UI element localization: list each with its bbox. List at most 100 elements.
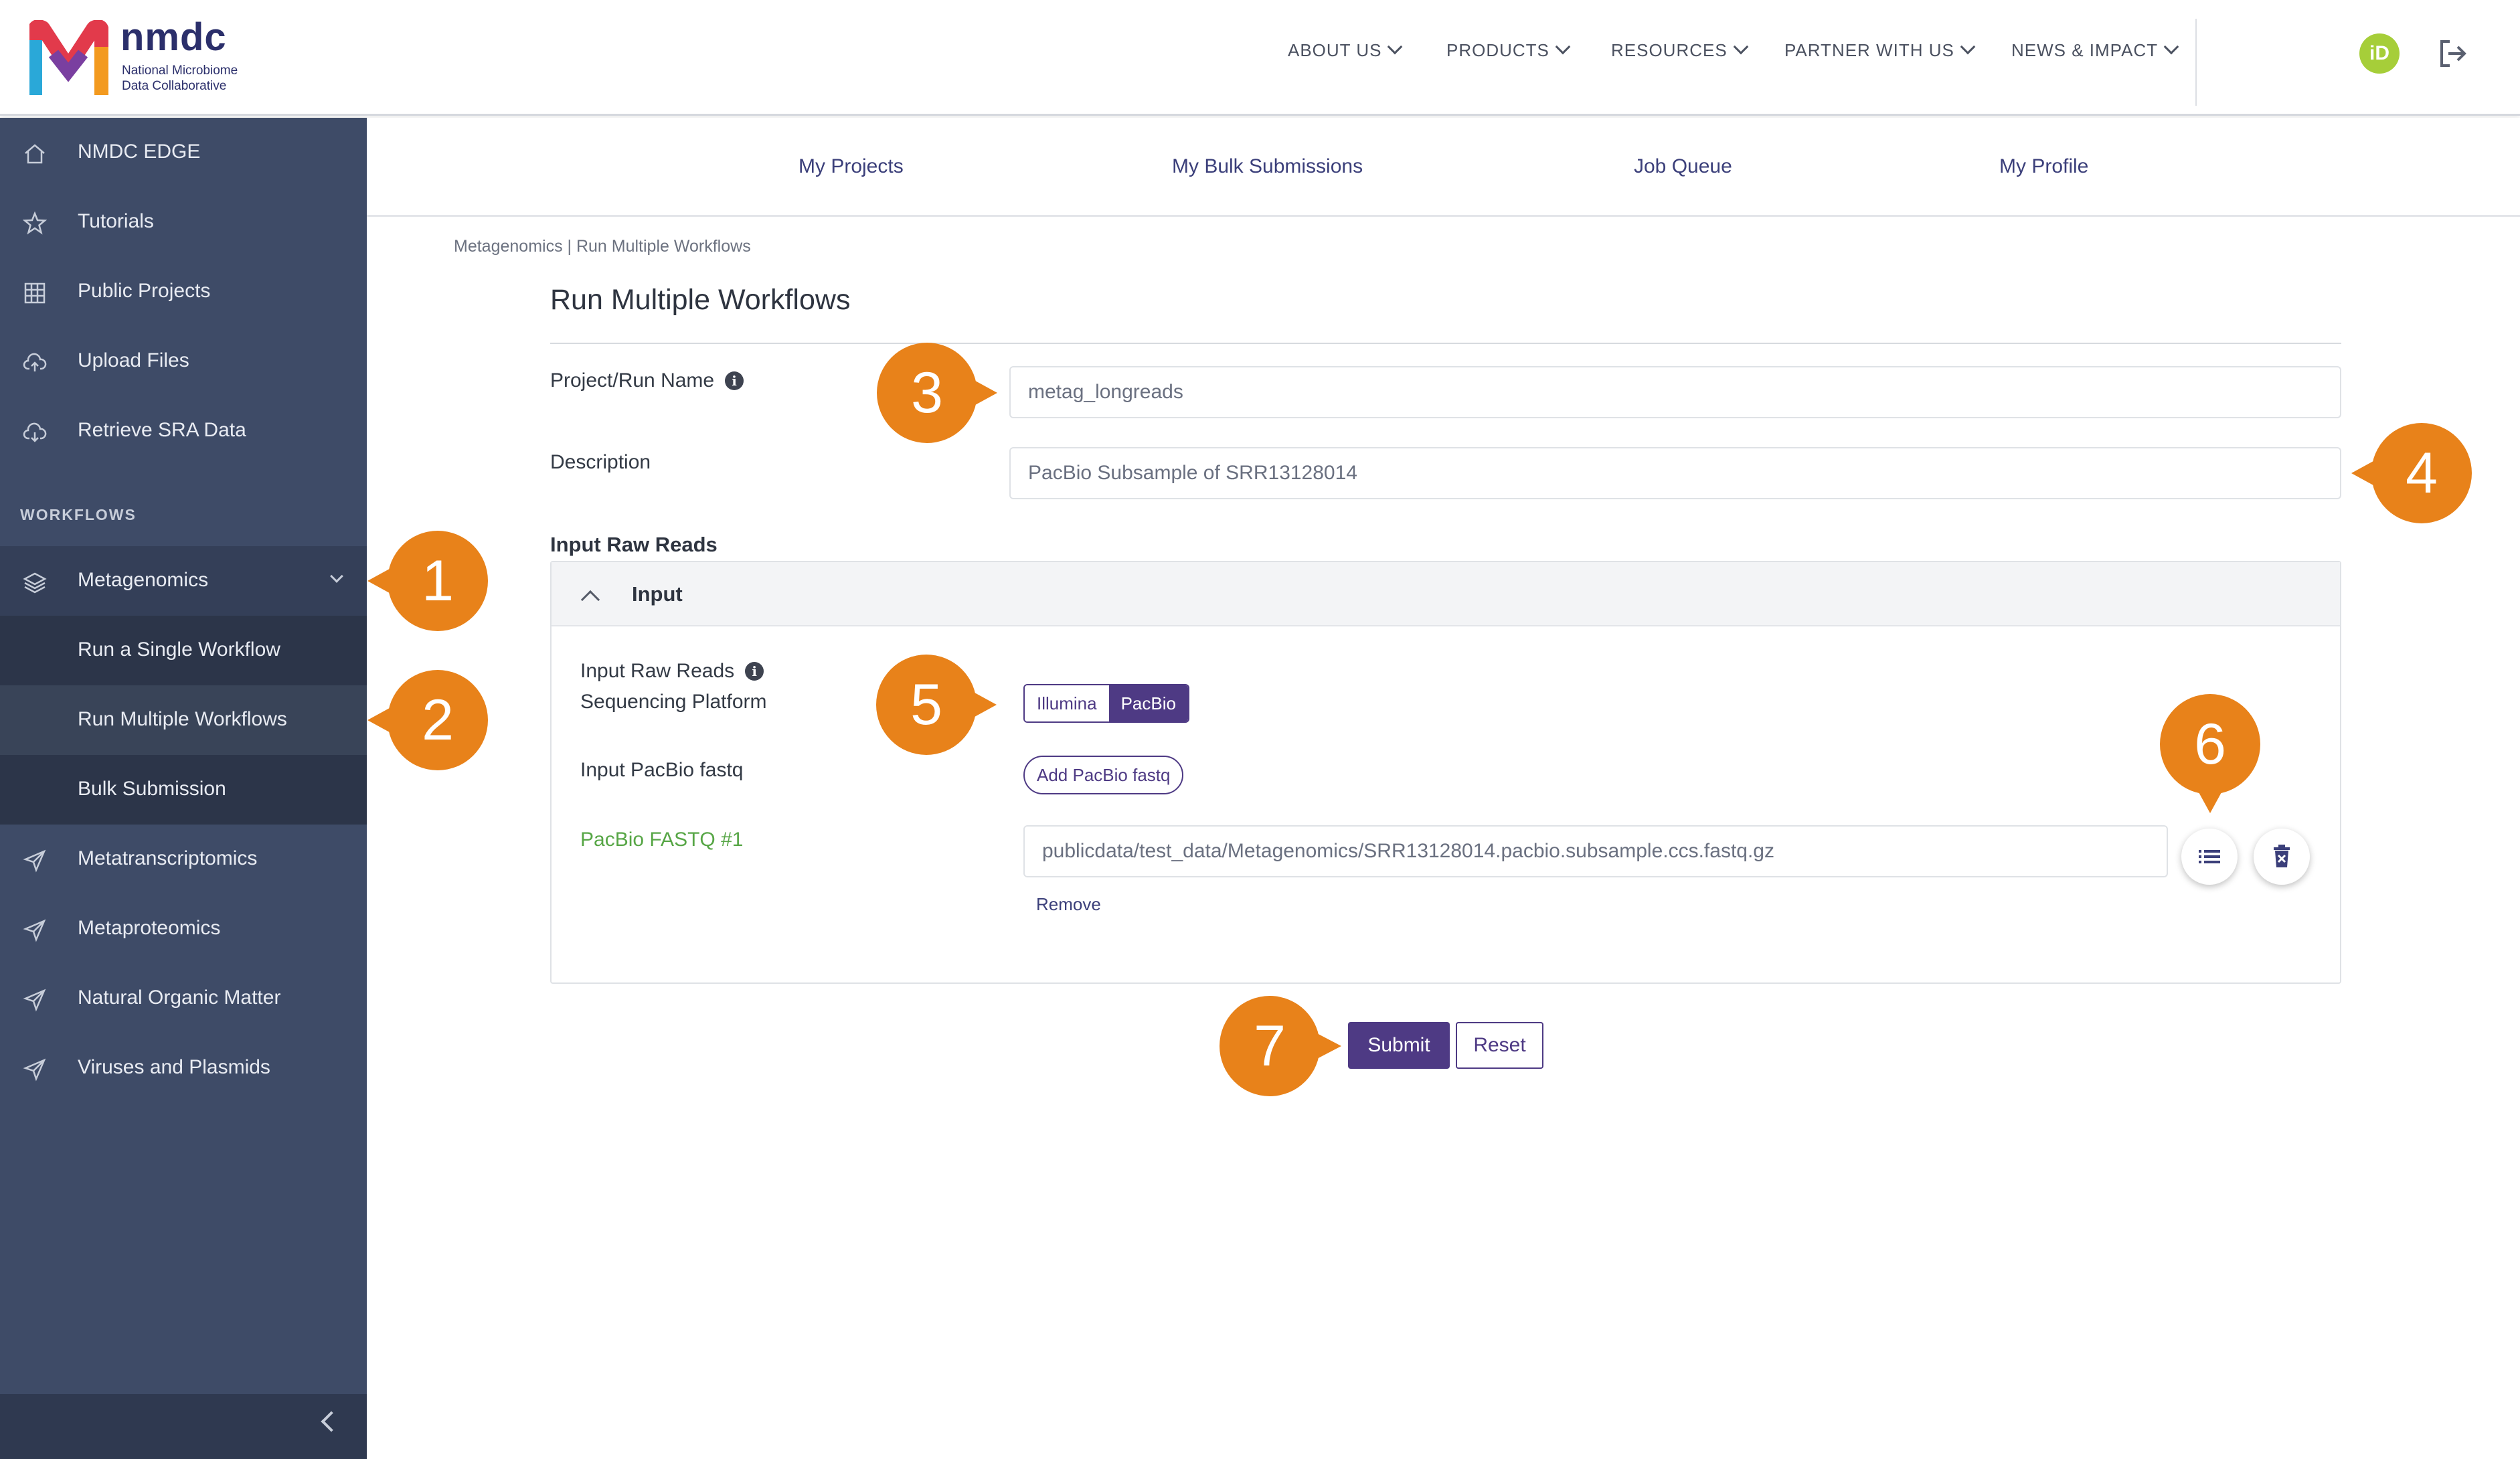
remove-link[interactable]: Remove	[1036, 894, 1101, 915]
logout-icon[interactable]	[2436, 37, 2468, 70]
sidebar-item-label: Bulk Submission	[78, 778, 226, 800]
description-label: Description	[550, 451, 651, 473]
subnav-my-profile[interactable]: My Profile	[1999, 155, 2088, 178]
sidebar-item-upload-files[interactable]: Upload Files	[0, 327, 367, 396]
chevron-down-icon	[1555, 39, 1571, 55]
browse-files-button[interactable]	[2181, 829, 2238, 885]
layers-icon	[23, 572, 47, 594]
send-icon	[23, 849, 46, 873]
input-card-title: Input	[632, 582, 683, 606]
submit-button[interactable]: Submit	[1348, 1022, 1450, 1069]
send-icon	[23, 989, 46, 1012]
sidebar-section-workflows: WORKFLOWS	[20, 506, 137, 523]
top-header: nmdc National Microbiome Data Collaborat…	[0, 0, 2520, 116]
sidebar-item-metagenomics[interactable]: Metagenomics	[0, 546, 367, 616]
callout-number: 5	[910, 673, 942, 737]
sidebar-item-metatranscriptomics[interactable]: Metatranscriptomics	[0, 825, 367, 894]
input-card: Input	[550, 561, 2341, 984]
chevron-down-icon	[1960, 39, 1976, 55]
nav-about-us[interactable]: ABOUT US	[1288, 39, 1403, 61]
platform-option-pacbio[interactable]: PacBio	[1108, 685, 1188, 721]
sidebar-item-viruses-and-plasmids[interactable]: Viruses and Plasmids	[0, 1033, 367, 1103]
add-pacbio-fastq-button[interactable]: Add PacBio fastq	[1023, 756, 1184, 794]
callout-number: 3	[911, 361, 943, 425]
platform-option-illumina[interactable]: Illumina	[1025, 685, 1109, 721]
orcid-icon[interactable]: iD	[2359, 33, 2400, 74]
chevron-up-icon	[580, 590, 600, 610]
input-raw-reads-heading: Input Raw Reads	[550, 533, 718, 556]
nmdc-logo[interactable]: nmdc National Microbiome Data Collaborat…	[29, 15, 257, 102]
nav-resources[interactable]: RESOURCES	[1611, 39, 1749, 61]
chevron-down-icon	[2163, 39, 2179, 55]
callout-4: 4	[2351, 423, 2472, 523]
collapse-sidebar-icon[interactable]	[321, 1411, 342, 1432]
callout-3: 3	[877, 343, 997, 443]
pacbio-fastq-item-label: PacBio FASTQ #1	[580, 829, 744, 851]
sidebar-item-label: Metagenomics	[78, 569, 209, 591]
sidebar-item-label: Retrieve SRA Data	[78, 419, 246, 441]
nav-products[interactable]: PRODUCTS	[1446, 39, 1571, 61]
nav-news-impact[interactable]: NEWS & IMPACT	[2011, 39, 2179, 61]
input-card-header[interactable]: Input	[552, 562, 2340, 626]
callout-number: 4	[2406, 441, 2438, 505]
subnav-my-projects[interactable]: My Projects	[799, 155, 904, 178]
sidebar-item-nmdc-edge[interactable]: NMDC EDGE	[0, 118, 367, 187]
sequencing-platform-label-line2: Sequencing Platform	[580, 691, 767, 713]
delete-file-button[interactable]	[2254, 829, 2310, 885]
subnav-my-bulk-submissions[interactable]: My Bulk Submissions	[1172, 155, 1363, 178]
sidebar-item-label: Natural Organic Matter	[78, 986, 281, 1009]
nav-partner-with-us[interactable]: PARTNER WITH US	[1784, 39, 1976, 61]
info-icon[interactable]: i	[745, 662, 764, 681]
cloud-upload-icon	[23, 353, 47, 371]
callout-number: 7	[1254, 1014, 1286, 1078]
project-run-name-label: Project/Run Name i	[550, 369, 744, 392]
sequencing-platform-toggle: Illumina PacBio	[1023, 684, 1189, 723]
sidebar-item-label: Public Projects	[78, 280, 211, 302]
nav-label: RESOURCES	[1611, 40, 1728, 60]
brand-subtitle-line2: Data Collaborative	[122, 79, 227, 93]
home-icon	[25, 144, 45, 164]
chevron-down-icon	[1388, 39, 1403, 55]
subnav-job-queue[interactable]: Job Queue	[1634, 155, 1732, 178]
sidebar-item-label: Metatranscriptomics	[78, 847, 258, 869]
callout-number: 6	[2194, 712, 2226, 776]
sidebar-subitem-run-multiple-workflows[interactable]: Run Multiple Workflows	[0, 685, 367, 755]
sidebar-item-label: Metaproteomics	[78, 917, 221, 939]
nmdc-logo-mark-icon	[29, 20, 108, 95]
sidebar-item-metaproteomics[interactable]: Metaproteomics	[0, 894, 367, 964]
sidebar-item-tutorials[interactable]: Tutorials	[0, 187, 367, 257]
sidebar-item-retrieve-sra-data[interactable]: Retrieve SRA Data	[0, 396, 367, 466]
callout-number: 2	[422, 688, 454, 752]
sidebar-item-public-projects[interactable]: Public Projects	[0, 257, 367, 327]
project-run-name-input[interactable]: metag_longreads	[1009, 366, 2341, 418]
reset-button[interactable]: Reset	[1456, 1022, 1543, 1069]
callout-5: 5	[876, 655, 997, 755]
sub-navigation: My Projects My Bulk Submissions Job Queu…	[367, 118, 2520, 217]
project-run-name-label-text: Project/Run Name	[550, 369, 715, 392]
chevron-down-icon	[330, 570, 343, 583]
brand-subtitle-line1: National Microbiome	[122, 64, 238, 78]
cloud-download-icon	[23, 422, 47, 442]
sequencing-platform-label: Input Raw Reads i Sequencing Platform	[580, 656, 767, 717]
sidebar-item-label: Run a Single Workflow	[78, 638, 280, 661]
description-input[interactable]: PacBio Subsample of SRR13128014	[1009, 447, 2341, 499]
sidebar-subitem-run-single-workflow[interactable]: Run a Single Workflow	[0, 616, 367, 685]
nav-label: ABOUT US	[1288, 40, 1382, 60]
list-icon	[2199, 850, 2220, 863]
sidebar-item-label: NMDC EDGE	[78, 141, 201, 163]
sidebar-subitem-bulk-submission[interactable]: Bulk Submission	[0, 755, 367, 825]
nav-divider	[2195, 19, 2197, 106]
callout-7: 7	[1220, 996, 1341, 1096]
sidebar-item-natural-organic-matter[interactable]: Natural Organic Matter	[0, 964, 367, 1033]
grid-icon	[24, 282, 46, 304]
nav-label: PARTNER WITH US	[1784, 40, 1954, 60]
info-icon[interactable]: i	[725, 371, 744, 390]
sidebar-item-label: Upload Files	[78, 349, 189, 371]
pacbio-fastq-input[interactable]: publicdata/test_data/Metagenomics/SRR131…	[1023, 825, 2168, 877]
callout-number: 1	[422, 549, 454, 613]
nav-label: PRODUCTS	[1446, 40, 1549, 60]
title-divider	[550, 343, 2341, 344]
breadcrumb[interactable]: Metagenomics | Run Multiple Workflows	[454, 237, 751, 256]
sidebar-footer	[0, 1394, 367, 1459]
send-icon	[23, 919, 46, 942]
